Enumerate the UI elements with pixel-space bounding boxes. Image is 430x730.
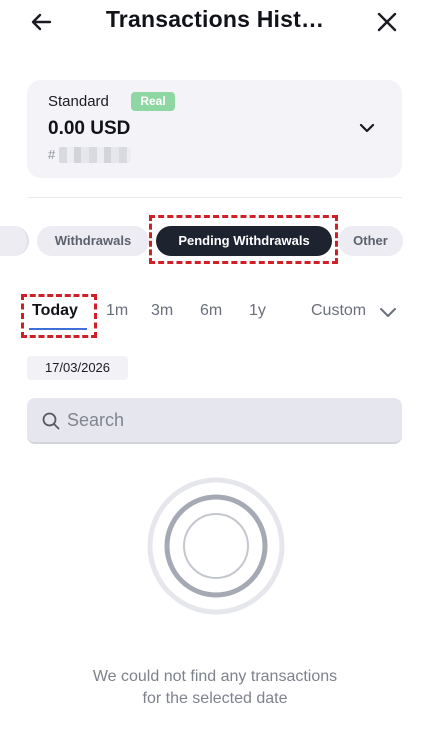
account-number-redacted xyxy=(59,147,131,163)
filter-chip-pending-withdrawals[interactable]: Pending Withdrawals xyxy=(156,226,332,256)
active-period-underline xyxy=(29,328,87,330)
transaction-type-filter: Withdrawals Pending Withdrawals Other xyxy=(0,224,430,258)
divider xyxy=(27,197,402,198)
empty-state-line-1: We could not find any transactions xyxy=(92,668,338,685)
empty-state-line-2: for the selected date xyxy=(142,690,288,707)
period-selector: Today 1m 3m 6m 1y Custom xyxy=(0,296,430,336)
search-box[interactable] xyxy=(27,398,402,444)
empty-state-message: We could not find any transactions for t… xyxy=(0,666,430,710)
chevron-down-icon[interactable] xyxy=(357,118,377,138)
period-1m[interactable]: 1m xyxy=(106,302,128,320)
account-selector[interactable]: Standard Real 0.00 USD # xyxy=(27,80,402,178)
header: Transactions Hist… xyxy=(0,0,430,44)
period-3m[interactable]: 3m xyxy=(151,302,173,320)
filter-chip-other[interactable]: Other xyxy=(338,226,403,256)
real-badge: Real xyxy=(131,92,175,111)
period-6m[interactable]: 6m xyxy=(200,302,222,320)
account-type: Standard xyxy=(48,93,109,110)
filter-chip-partial[interactable] xyxy=(0,226,29,256)
selected-date: 17/03/2026 xyxy=(27,356,128,380)
period-1y[interactable]: 1y xyxy=(249,302,266,320)
page-title: Transactions Hist… xyxy=(105,6,325,32)
filter-chip-withdrawals[interactable]: Withdrawals xyxy=(37,226,149,256)
account-number-prefix: # xyxy=(48,147,56,162)
period-today[interactable]: Today xyxy=(32,302,78,320)
search-icon xyxy=(42,412,60,430)
empty-rings-icon xyxy=(147,477,285,615)
account-balance: 0.00 USD xyxy=(48,118,131,139)
close-icon[interactable] xyxy=(372,7,402,37)
custom-period-label: Custom xyxy=(311,302,367,319)
chevron-down-icon xyxy=(380,308,396,317)
search-input[interactable] xyxy=(67,406,387,434)
